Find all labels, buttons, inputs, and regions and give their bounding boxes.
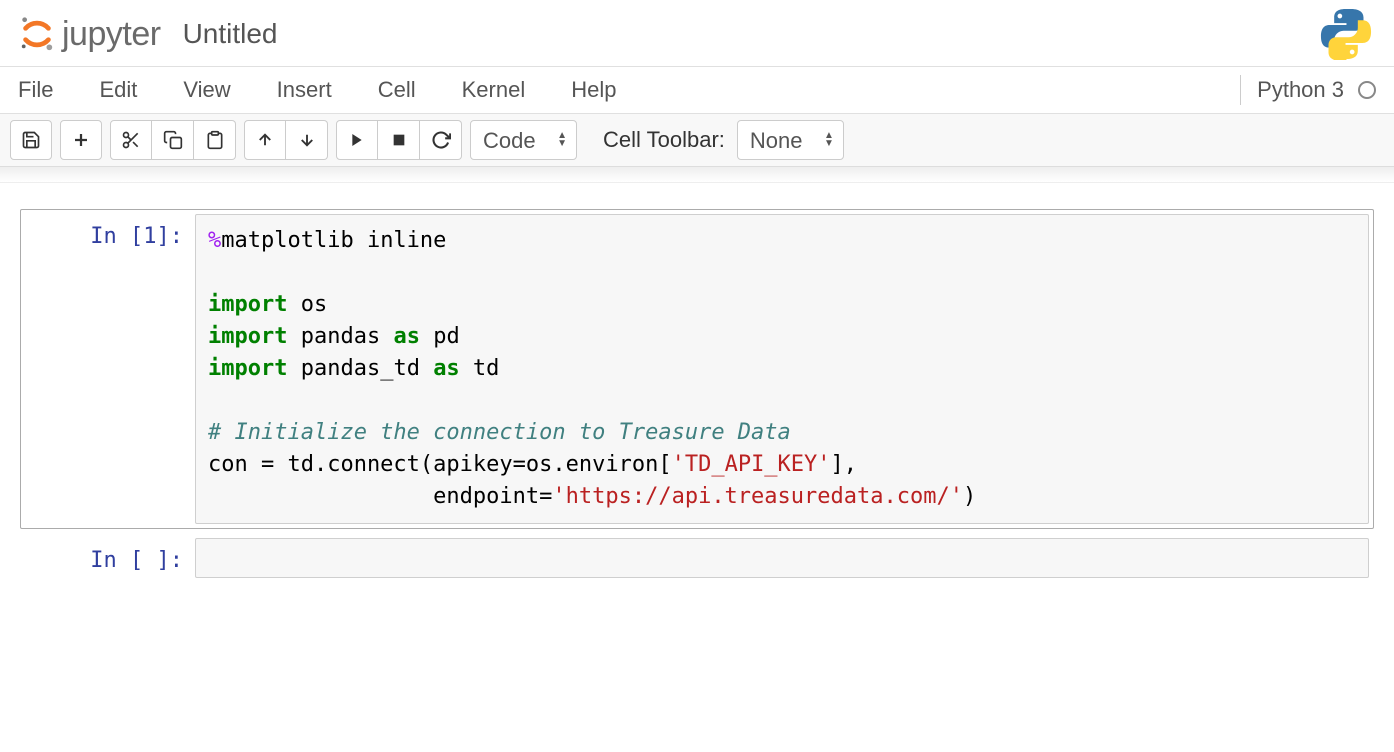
menu-file[interactable]: File <box>18 69 81 111</box>
input-prompt: In [ ]: <box>25 538 195 578</box>
code-input-area[interactable]: %matplotlib inline import os import pand… <box>195 214 1369 524</box>
plus-icon <box>72 131 90 149</box>
run-button[interactable] <box>336 120 378 160</box>
save-icon <box>21 130 41 150</box>
kernel-indicator-idle-icon[interactable] <box>1358 81 1376 99</box>
menu-edit[interactable]: Edit <box>99 69 165 111</box>
arrow-down-icon <box>298 131 316 149</box>
copy-icon <box>163 130 183 150</box>
python-logo-icon <box>1320 8 1372 60</box>
jupyter-logo-icon <box>18 15 56 53</box>
jupyter-logo-text: jupyter <box>62 15 161 54</box>
jupyter-logo[interactable]: jupyter <box>18 15 161 54</box>
paste-icon <box>205 130 225 150</box>
save-button[interactable] <box>10 120 52 160</box>
toolbar: Code ▲▼ Cell Toolbar: None ▲▼ <box>0 114 1394 167</box>
menu-view[interactable]: View <box>183 69 258 111</box>
menu-insert[interactable]: Insert <box>277 69 360 111</box>
notebook-container: In [1]: %matplotlib inline import os imp… <box>0 183 1394 617</box>
arrow-up-icon <box>256 131 274 149</box>
code-cell[interactable]: In [ ]: <box>20 533 1374 583</box>
menu-help[interactable]: Help <box>571 69 644 111</box>
menu-kernel[interactable]: Kernel <box>462 69 554 111</box>
play-icon <box>349 132 365 148</box>
menubar: File Edit View Insert Cell Kernel Help P… <box>0 66 1394 114</box>
toolbar-shadow <box>0 167 1394 183</box>
paste-button[interactable] <box>194 120 236 160</box>
add-cell-button[interactable] <box>60 120 102 160</box>
move-up-button[interactable] <box>244 120 286 160</box>
header: jupyter Untitled <box>0 0 1394 66</box>
cut-button[interactable] <box>110 120 152 160</box>
cell-toolbar-select[interactable]: None <box>737 120 844 160</box>
copy-button[interactable] <box>152 120 194 160</box>
menu-cell[interactable]: Cell <box>378 69 444 111</box>
code-cell[interactable]: In [1]: %matplotlib inline import os imp… <box>20 209 1374 529</box>
code-input-area[interactable] <box>195 538 1369 578</box>
cell-toolbar-label: Cell Toolbar: <box>603 127 725 153</box>
stop-icon <box>391 132 407 148</box>
restart-button[interactable] <box>420 120 462 160</box>
notebook-title[interactable]: Untitled <box>183 18 278 50</box>
scissors-icon <box>121 130 141 150</box>
move-down-button[interactable] <box>286 120 328 160</box>
interrupt-button[interactable] <box>378 120 420 160</box>
kernel-name: Python 3 <box>1240 75 1354 105</box>
refresh-icon <box>431 130 451 150</box>
input-prompt: In [1]: <box>25 214 195 524</box>
cell-type-select[interactable]: Code <box>470 120 577 160</box>
